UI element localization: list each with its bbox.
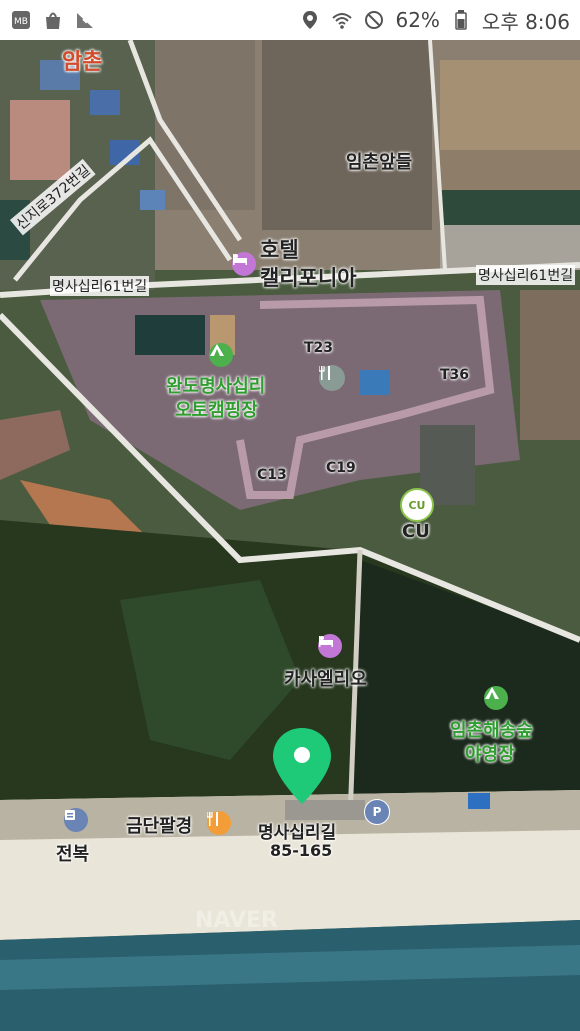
cu-store-icon[interactable]: CU xyxy=(400,488,434,522)
status-left: MB xyxy=(10,9,96,31)
campground-icon[interactable] xyxy=(209,343,233,367)
status-right: 62% 오후 8:06 xyxy=(299,6,570,35)
village-label[interactable]: 암촌 xyxy=(62,44,102,76)
svg-text:MB: MB xyxy=(14,17,28,27)
shopping-bag-icon xyxy=(42,9,64,31)
road-label-east: 명사십리61번길 xyxy=(476,265,576,285)
restaurant-icon[interactable] xyxy=(319,365,345,391)
battery-percent: 62% xyxy=(395,8,440,32)
app-icon: MB xyxy=(10,9,32,31)
cu-store-label[interactable]: CU xyxy=(402,521,430,542)
no-entry-icon xyxy=(363,9,385,31)
casaelio-icon[interactable] xyxy=(318,634,342,658)
battery-icon xyxy=(450,9,472,31)
restaurant-fork-icon[interactable] xyxy=(207,811,231,835)
status-bar: MB 62% 오후 8:06 xyxy=(0,0,580,40)
address-label-line1[interactable]: 명사십리길 xyxy=(258,818,336,843)
map-background xyxy=(0,40,580,1031)
forest-campground-label-line1[interactable]: 임촌해송숲 xyxy=(450,716,533,742)
campground-label-line2[interactable]: 오토캠핑장 xyxy=(175,396,258,422)
field-label[interactable]: 임촌앞들 xyxy=(346,148,412,174)
hotel-icon[interactable] xyxy=(232,252,256,276)
status-time: 오후 8:06 xyxy=(481,9,570,34)
hotel-label-line2[interactable]: 캘리포니아 xyxy=(260,262,357,292)
address-label-line2[interactable]: 85-165 xyxy=(270,841,332,860)
checkmark-icon xyxy=(74,9,96,31)
place-marker-icon[interactable] xyxy=(64,808,88,832)
map-pin-icon[interactable] xyxy=(271,726,333,806)
restaurant-label[interactable]: 금단팔경 xyxy=(126,812,192,838)
road-label-west: 명사십리61번길 xyxy=(50,276,150,296)
site-t36-label[interactable]: T36 xyxy=(440,367,469,383)
site-c19-label[interactable]: C19 xyxy=(326,460,356,476)
location-marker[interactable] xyxy=(271,726,333,806)
casaelio-label[interactable]: 카사엘리오 xyxy=(284,665,367,691)
hotel-label-line1[interactable]: 호텔 xyxy=(260,234,299,264)
campground-label-line1[interactable]: 완도명사십리 xyxy=(166,372,265,398)
site-t23-label[interactable]: T23 xyxy=(304,340,333,356)
naver-watermark: NAVER xyxy=(195,908,278,933)
wifi-icon xyxy=(331,9,353,31)
satellite-map[interactable]: 암촌 임촌앞들 호텔 캘리포니아 명사십리61번길 명사십리61번길 신지로37… xyxy=(0,40,580,1031)
jeonbok-label[interactable]: 전복 xyxy=(56,840,89,866)
forest-campground-icon[interactable] xyxy=(484,686,508,710)
site-c13-label[interactable]: C13 xyxy=(257,467,287,483)
forest-campground-label-line2[interactable]: 야영장 xyxy=(465,740,515,766)
parking-icon[interactable]: P xyxy=(364,799,390,825)
location-icon xyxy=(299,9,321,31)
